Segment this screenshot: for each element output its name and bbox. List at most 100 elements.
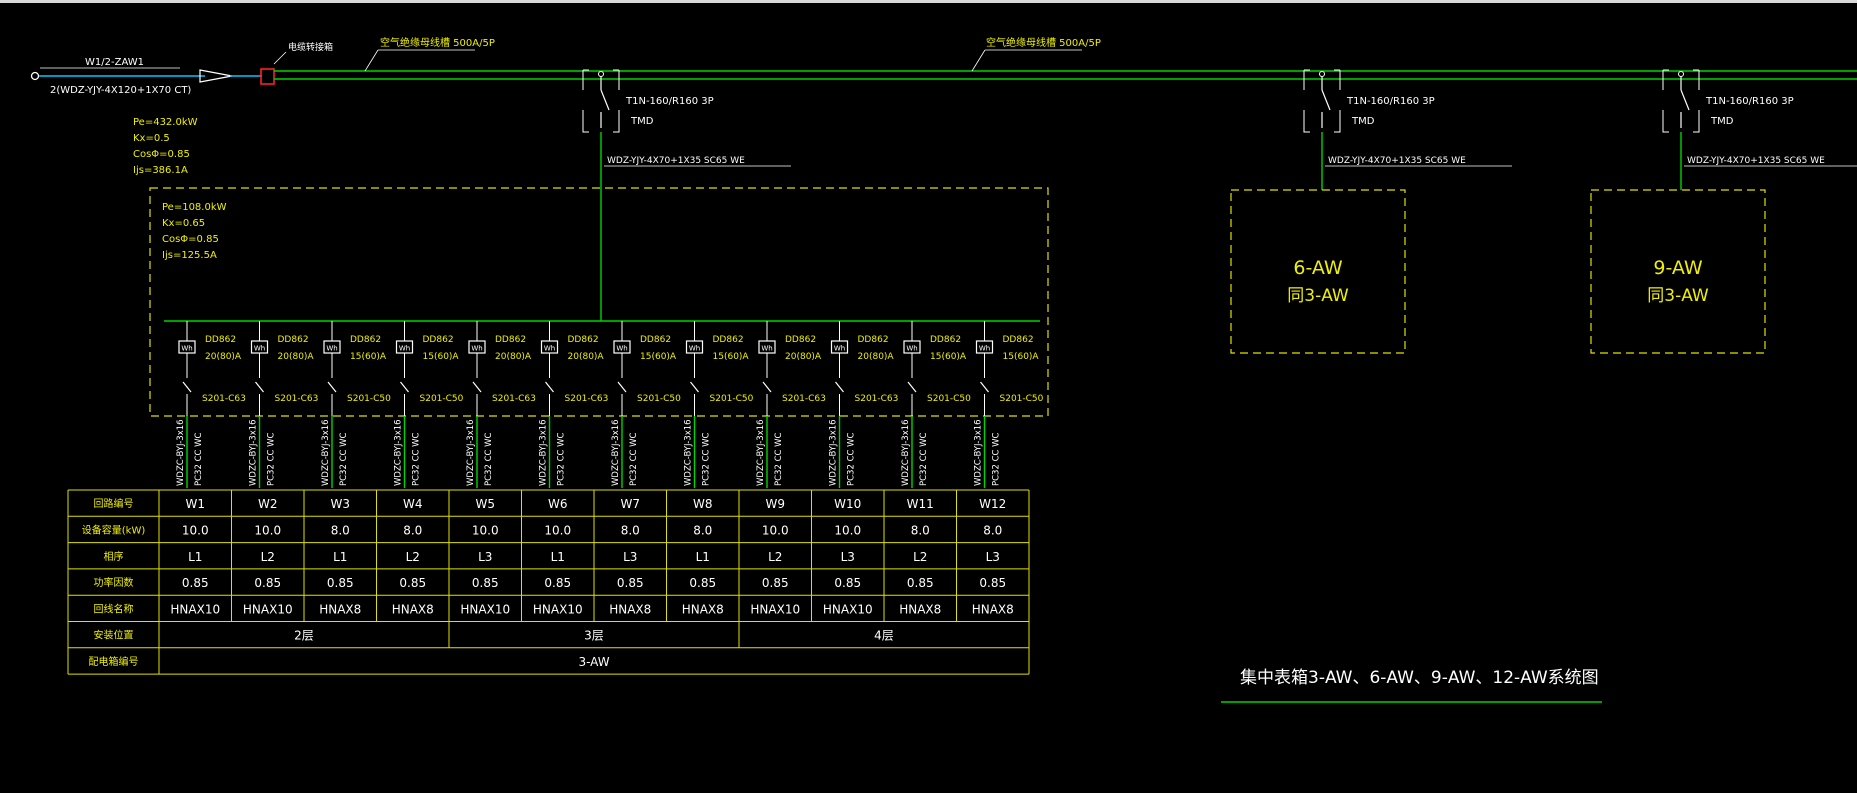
table-cell-line-name: HNAX10 <box>243 602 293 616</box>
incoming-kx: Kx=0.5 <box>133 133 170 144</box>
box-6aw-note: 同3-AW <box>1287 286 1349 306</box>
circuit-cable-label: WDZC-BYJ-3x16 <box>249 419 259 486</box>
table-cell-power-factor: 0.85 <box>472 576 499 590</box>
circuit-conduit-label: PC32 CC WC <box>557 432 567 486</box>
table-cell-power-factor: 0.85 <box>834 576 861 590</box>
box-pe: Pe=108.0kW <box>162 202 227 213</box>
table-cell-phase: L2 <box>768 550 782 564</box>
table-cell-phase: L2 <box>261 550 275 564</box>
table-cell-circuit-id: W10 <box>834 497 861 511</box>
box-6aw-title: 6-AW <box>1293 257 1342 279</box>
mcb-switch-icon <box>980 381 989 393</box>
incoming-cable-label: 2(WDZ-YJY-4X120+1X70 CT) <box>50 85 191 96</box>
mcb-switch-icon <box>472 381 482 393</box>
mcb-label: S201-C63 <box>202 394 246 404</box>
kwh-meter-symbol: Wh <box>834 345 845 353</box>
busbar-label-right: 空气绝缘母线槽 500A/5P <box>986 36 1101 49</box>
table-row-label: 回线名称 <box>94 602 134 615</box>
mcb-switch-icon <box>182 381 192 393</box>
table-cell-circuit-id: W4 <box>403 497 423 511</box>
mcb-label: S201-C50 <box>637 394 681 404</box>
mcb-label: S201-C63 <box>782 394 826 404</box>
table-cell-power-factor: 0.85 <box>544 576 571 590</box>
mcb-label: S201-C63 <box>492 394 536 404</box>
table-cell-line-name: HNAX8 <box>609 602 651 616</box>
circuit-cable-label: WDZC-BYJ-3x16 <box>466 419 476 486</box>
tap-trip-label: TMD <box>1351 116 1375 127</box>
meter-rating-label: 15(60)A <box>930 352 967 362</box>
circuit-cable-label: WDZC-BYJ-3x16 <box>829 419 839 486</box>
table-cell-phase: L2 <box>913 550 927 564</box>
incoming-pe: Pe=432.0kW <box>133 117 198 128</box>
box-9aw-title: 9-AW <box>1653 257 1702 279</box>
table-cell-phase: L2 <box>406 550 420 564</box>
mcb-switch-icon <box>255 381 264 393</box>
mcb-switch-icon <box>907 381 917 393</box>
tap-cable-label: WDZ-YJY-4X70+1X35 SC65 WE <box>607 156 745 166</box>
table-cell-phase: L1 <box>551 550 565 564</box>
table-cell-capacity: 10.0 <box>254 523 281 537</box>
breaker-switch-icon <box>1321 89 1331 111</box>
table-cell-circuit-id: W9 <box>766 497 786 511</box>
mcb-label: S201-C50 <box>347 394 391 404</box>
circuit-table: 回路编号设备容量(kW) 相序功率因数回线名称安装位置配电箱编号 W1 W2 W3 W4 W… <box>67 489 1030 675</box>
tap-cable-label: WDZ-YJY-4X70+1X35 SC65 WE <box>1687 156 1825 166</box>
circuit-conduit-label: PC32 CC WC <box>484 432 494 486</box>
mcb-label: S201-C63 <box>565 394 609 404</box>
kwh-meter-symbol: Wh <box>471 345 482 353</box>
circuit-branch: Wh DD862 15(60)A S201-C50 WDZC-BYJ-3x16 PC32 … <box>901 321 971 488</box>
table-cell-phase: L3 <box>841 550 855 564</box>
kwh-meter-symbol: Wh <box>616 345 627 353</box>
mcb-label: S201-C50 <box>710 394 754 404</box>
circuit-conduit-label: PC32 CC WC <box>267 432 277 486</box>
meter-box-9aw: 9-AW 同3-AW <box>1590 189 1766 354</box>
meter-type-label: DD862 <box>568 335 599 345</box>
table-cell-power-factor: 0.85 <box>907 576 934 590</box>
breaker-contact-icon <box>1319 71 1325 77</box>
table-cell-power-factor: 0.85 <box>762 576 789 590</box>
meter-rating-label: 20(80)A <box>858 352 895 362</box>
table-cell-circuit-id: W1 <box>186 497 206 511</box>
circuit-cable-label: WDZC-BYJ-3x16 <box>974 419 984 486</box>
circuit-cable-label: WDZC-BYJ-3x16 <box>684 419 694 486</box>
meter-type-label: DD862 <box>1003 335 1034 345</box>
meter-type-label: DD862 <box>640 335 671 345</box>
table-cell-capacity: 8.0 <box>403 523 422 537</box>
meter-box-3aw: Pe=108.0kW Kx=0.65 CosΦ=0.85 Ijs=125.5A <box>149 187 1049 417</box>
mcb-switch-icon <box>327 381 337 393</box>
busbar-label-left: 空气绝缘母线槽 500A/5P <box>380 36 495 49</box>
busbar: 空气绝缘母线槽 500A/5P 空气绝缘母线槽 500A/5P <box>274 36 1857 80</box>
circuit-branch: Wh DD862 15(60)A S201-C50 WDZC-BYJ-3x16 PC32 … <box>974 321 1044 488</box>
circuit-branch: Wh DD862 20(80)A S201-C63 WDZC-BYJ-3x16 PC32 … <box>176 321 246 488</box>
circuit-conduit-label: PC32 CC WC <box>919 432 929 486</box>
table-cell-circuit-id: W5 <box>476 497 496 511</box>
table-cell-capacity: 10.0 <box>834 523 861 537</box>
kwh-meter-symbol: Wh <box>544 345 555 353</box>
tap-trip-label: TMD <box>630 116 654 127</box>
table-cell-circuit-id: W7 <box>621 497 641 511</box>
table-cell-floor: 2层 <box>294 629 314 643</box>
busbar-tap: T1N-160/R160 3P TMD WDZ-YJY-4X70+1X35 SC65… <box>1662 69 1857 190</box>
tap-breaker-label: T1N-160/R160 3P <box>1346 96 1435 107</box>
box-cos: CosΦ=0.85 <box>162 234 219 245</box>
circuit-cable-label: WDZC-BYJ-3x16 <box>321 419 331 486</box>
meter-type-label: DD862 <box>423 335 454 345</box>
incoming-feeder-label: W1/2-ZAW1 <box>85 57 144 68</box>
table-cell-phase: L3 <box>986 550 1000 564</box>
busbar-taps: T1N-160/R160 3P TMD WDZ-YJY-4X70+1X35 SC65… <box>582 69 1857 321</box>
box-ijs: Ijs=125.5A <box>162 250 217 261</box>
meter-box-frame <box>149 187 1049 417</box>
mcb-switch-icon <box>617 381 627 393</box>
meter-rating-label: 20(80)A <box>495 352 532 362</box>
meter-rating-label: 20(80)A <box>205 352 242 362</box>
meter-type-label: DD862 <box>858 335 889 345</box>
circuit-cable-label: WDZC-BYJ-3x16 <box>901 419 911 486</box>
outgoing-circuits: Wh DD862 20(80)A S201-C63 WDZC-BYJ-3x16 PC32 … <box>176 321 1044 488</box>
meter-type-label: DD862 <box>785 335 816 345</box>
circuit-conduit-label: PC32 CC WC <box>702 432 712 486</box>
table-row-label: 功率因数 <box>94 576 134 589</box>
table-cell-power-factor: 0.85 <box>327 576 354 590</box>
breaker-contact-icon <box>598 71 604 77</box>
table-cell-capacity: 10.0 <box>472 523 499 537</box>
meter-type-label: DD862 <box>930 335 961 345</box>
